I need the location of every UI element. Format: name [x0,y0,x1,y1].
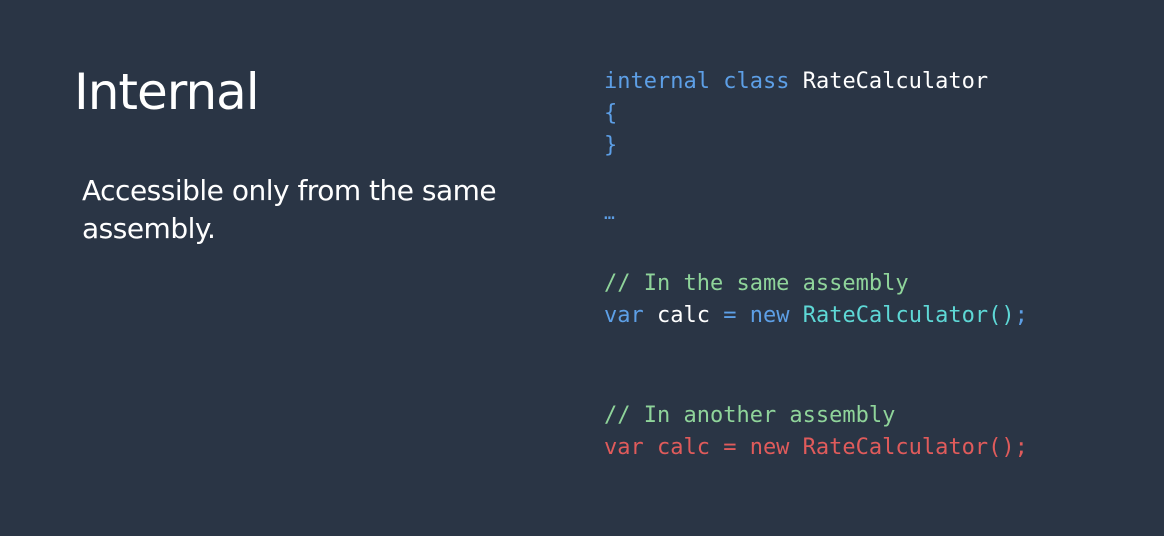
code-line-comment-another-assembly: // In another assembly [604,400,895,432]
keyword-class: class [723,69,790,94]
code-line-class-declaration: internal class RateCalculator [604,66,988,98]
comment-same-assembly: // In the same assembly [604,271,909,296]
code-line-same-assembly-statement: var calc = new RateCalculator(); [604,300,1028,332]
slide: Internal Accessible only from the same a… [0,0,1164,536]
class-name: RateCalculator [802,69,989,94]
code-line-close-brace: } [604,130,617,162]
invalid-statement: var calc = new RateCalculator(); [604,435,1028,460]
equals-operator: = [723,303,737,328]
code-line-open-brace: { [604,98,617,130]
keyword-var: var [604,303,644,328]
close-brace: } [604,133,618,158]
slide-title: Internal [74,63,260,121]
code-line-comment-same-assembly: // In the same assembly [604,268,909,300]
variable-calc: calc [657,303,710,328]
slide-description: Accessible only from the same assembly. [82,174,497,245]
keyword-new: new [749,303,790,328]
constructor-call: RateCalculator() [802,303,1015,328]
code-line-ellipsis: … [604,198,615,230]
open-brace: { [604,101,618,126]
code-line-another-assembly-statement: var calc = new RateCalculator(); [604,432,1028,464]
ellipsis: … [604,203,615,224]
semicolon: ; [1014,303,1028,328]
comment-another-assembly: // In another assembly [604,403,896,428]
keyword-internal: internal [604,69,710,94]
